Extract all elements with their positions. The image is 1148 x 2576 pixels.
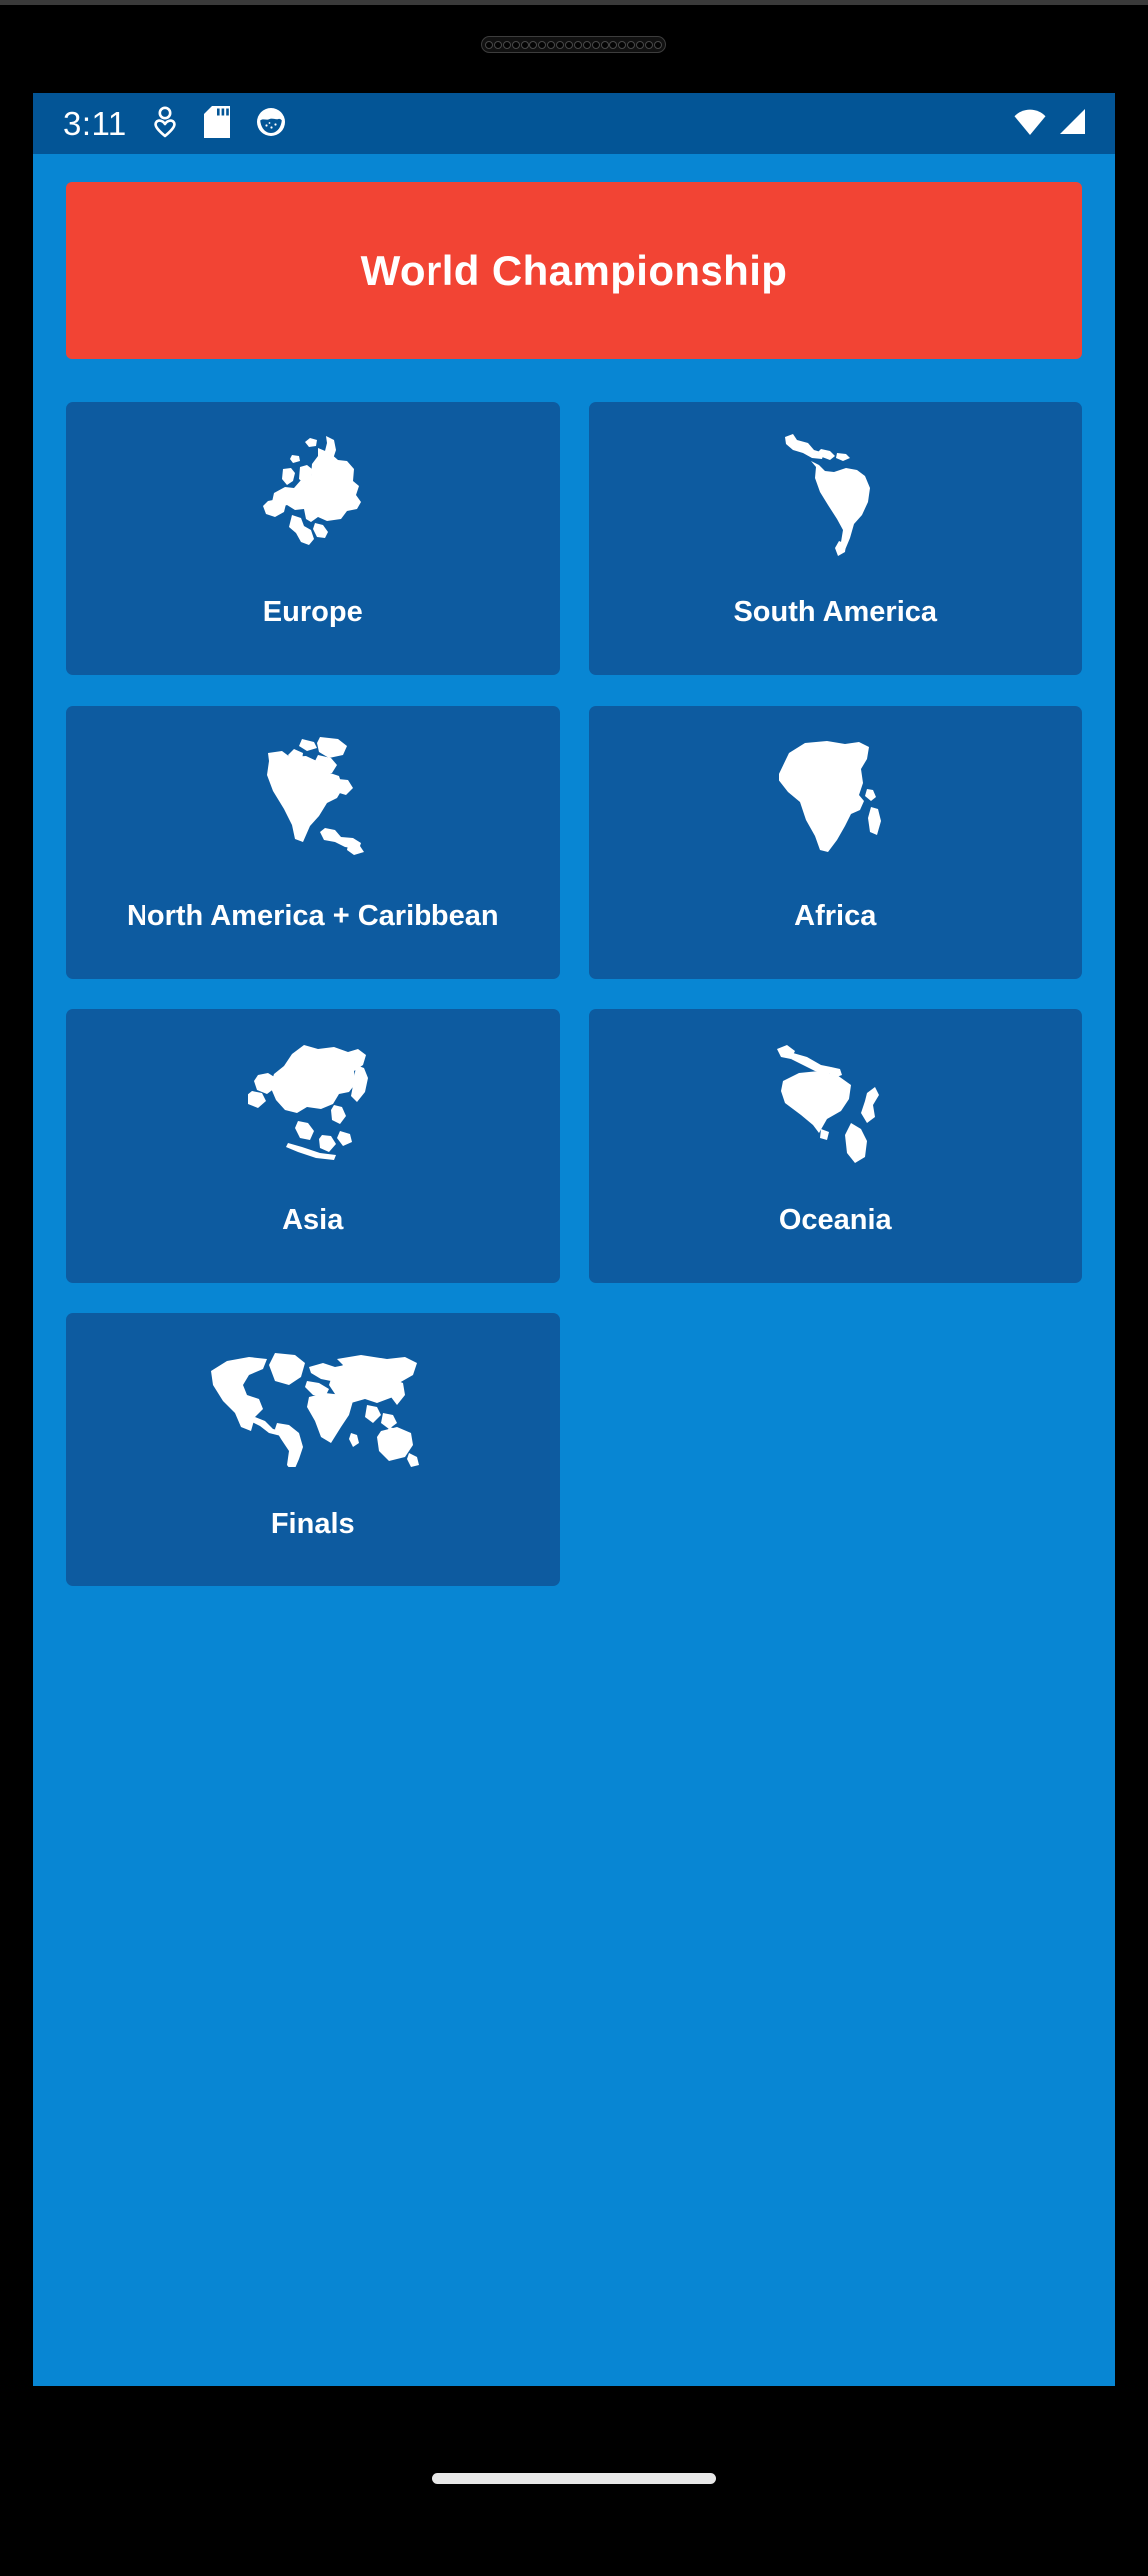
region-card-africa[interactable]: Africa [588,706,1082,979]
europe-map-icon [252,431,374,561]
africa-map-icon [779,735,891,865]
region-card-grid: Europe South America North America + Car… [66,402,1082,1586]
page-title: World Championship [360,246,788,294]
region-card-label: Europe [262,596,363,628]
region-card-label: Asia [282,1204,344,1236]
sd-card-icon [203,105,230,143]
status-bar-right [1013,108,1087,141]
bezel-top-edge [0,0,1148,5]
page-title-banner: World Championship [66,182,1082,359]
region-card-north-america-caribbean[interactable]: North America + Caribbean [66,706,560,979]
region-card-europe[interactable]: Europe [66,402,560,675]
north-america-map-icon [252,735,374,865]
status-bar-left: 3:11 [63,105,286,143]
earpiece-speaker-grille [481,36,666,53]
app-badge-icon [256,107,286,142]
region-card-label: Oceania [778,1204,892,1236]
status-bar: 3:11 [33,93,1115,154]
region-card-label: South America [733,596,938,628]
world-map-icon [203,1343,423,1473]
gesture-home-bar[interactable] [432,2473,716,2484]
phone-device-frame: 3:11 World Championship Europe South Ame… [0,0,1148,2576]
region-card-label: Africa [794,900,877,932]
south-america-map-icon [783,431,887,561]
person-heart-icon [152,106,178,143]
status-bar-clock: 3:11 [63,105,127,142]
region-card-label: Finals [270,1508,355,1540]
wifi-icon [1013,108,1047,141]
oceania-map-icon [771,1039,899,1169]
asia-map-icon [247,1039,378,1169]
cellular-signal-icon [1057,108,1087,141]
region-card-south-america[interactable]: South America [588,402,1082,675]
main-content: World Championship Europe South America … [33,154,1115,1586]
region-card-asia[interactable]: Asia [66,1009,560,1283]
region-card-finals[interactable]: Finals [66,1313,560,1586]
region-card-oceania[interactable]: Oceania [588,1009,1082,1283]
phone-screen: 3:11 World Championship Europe South Ame… [33,93,1115,2386]
region-card-label: North America + Caribbean [126,900,499,932]
